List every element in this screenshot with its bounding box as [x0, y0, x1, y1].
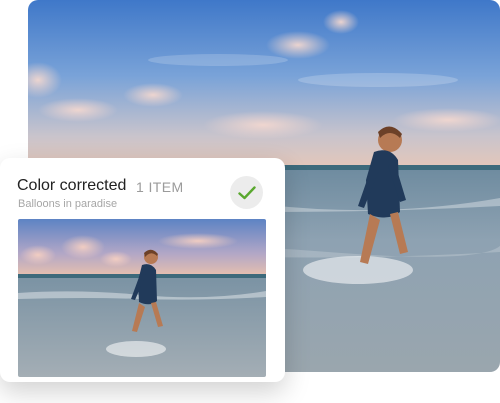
- check-button[interactable]: [230, 176, 263, 209]
- card-subtitle: Balloons in paradise: [18, 198, 118, 210]
- card-title: Color corrected: [17, 177, 127, 194]
- stage: Color corrected 1 ITEM Balloons in parad…: [0, 0, 500, 403]
- beach-photo-thumbnail: [18, 219, 266, 377]
- thumbnail-photo[interactable]: [18, 219, 266, 377]
- item-count-label: 1 ITEM: [136, 179, 184, 195]
- check-icon: [237, 185, 256, 199]
- card-header: Color corrected 1 ITEM Balloons in parad…: [17, 176, 270, 216]
